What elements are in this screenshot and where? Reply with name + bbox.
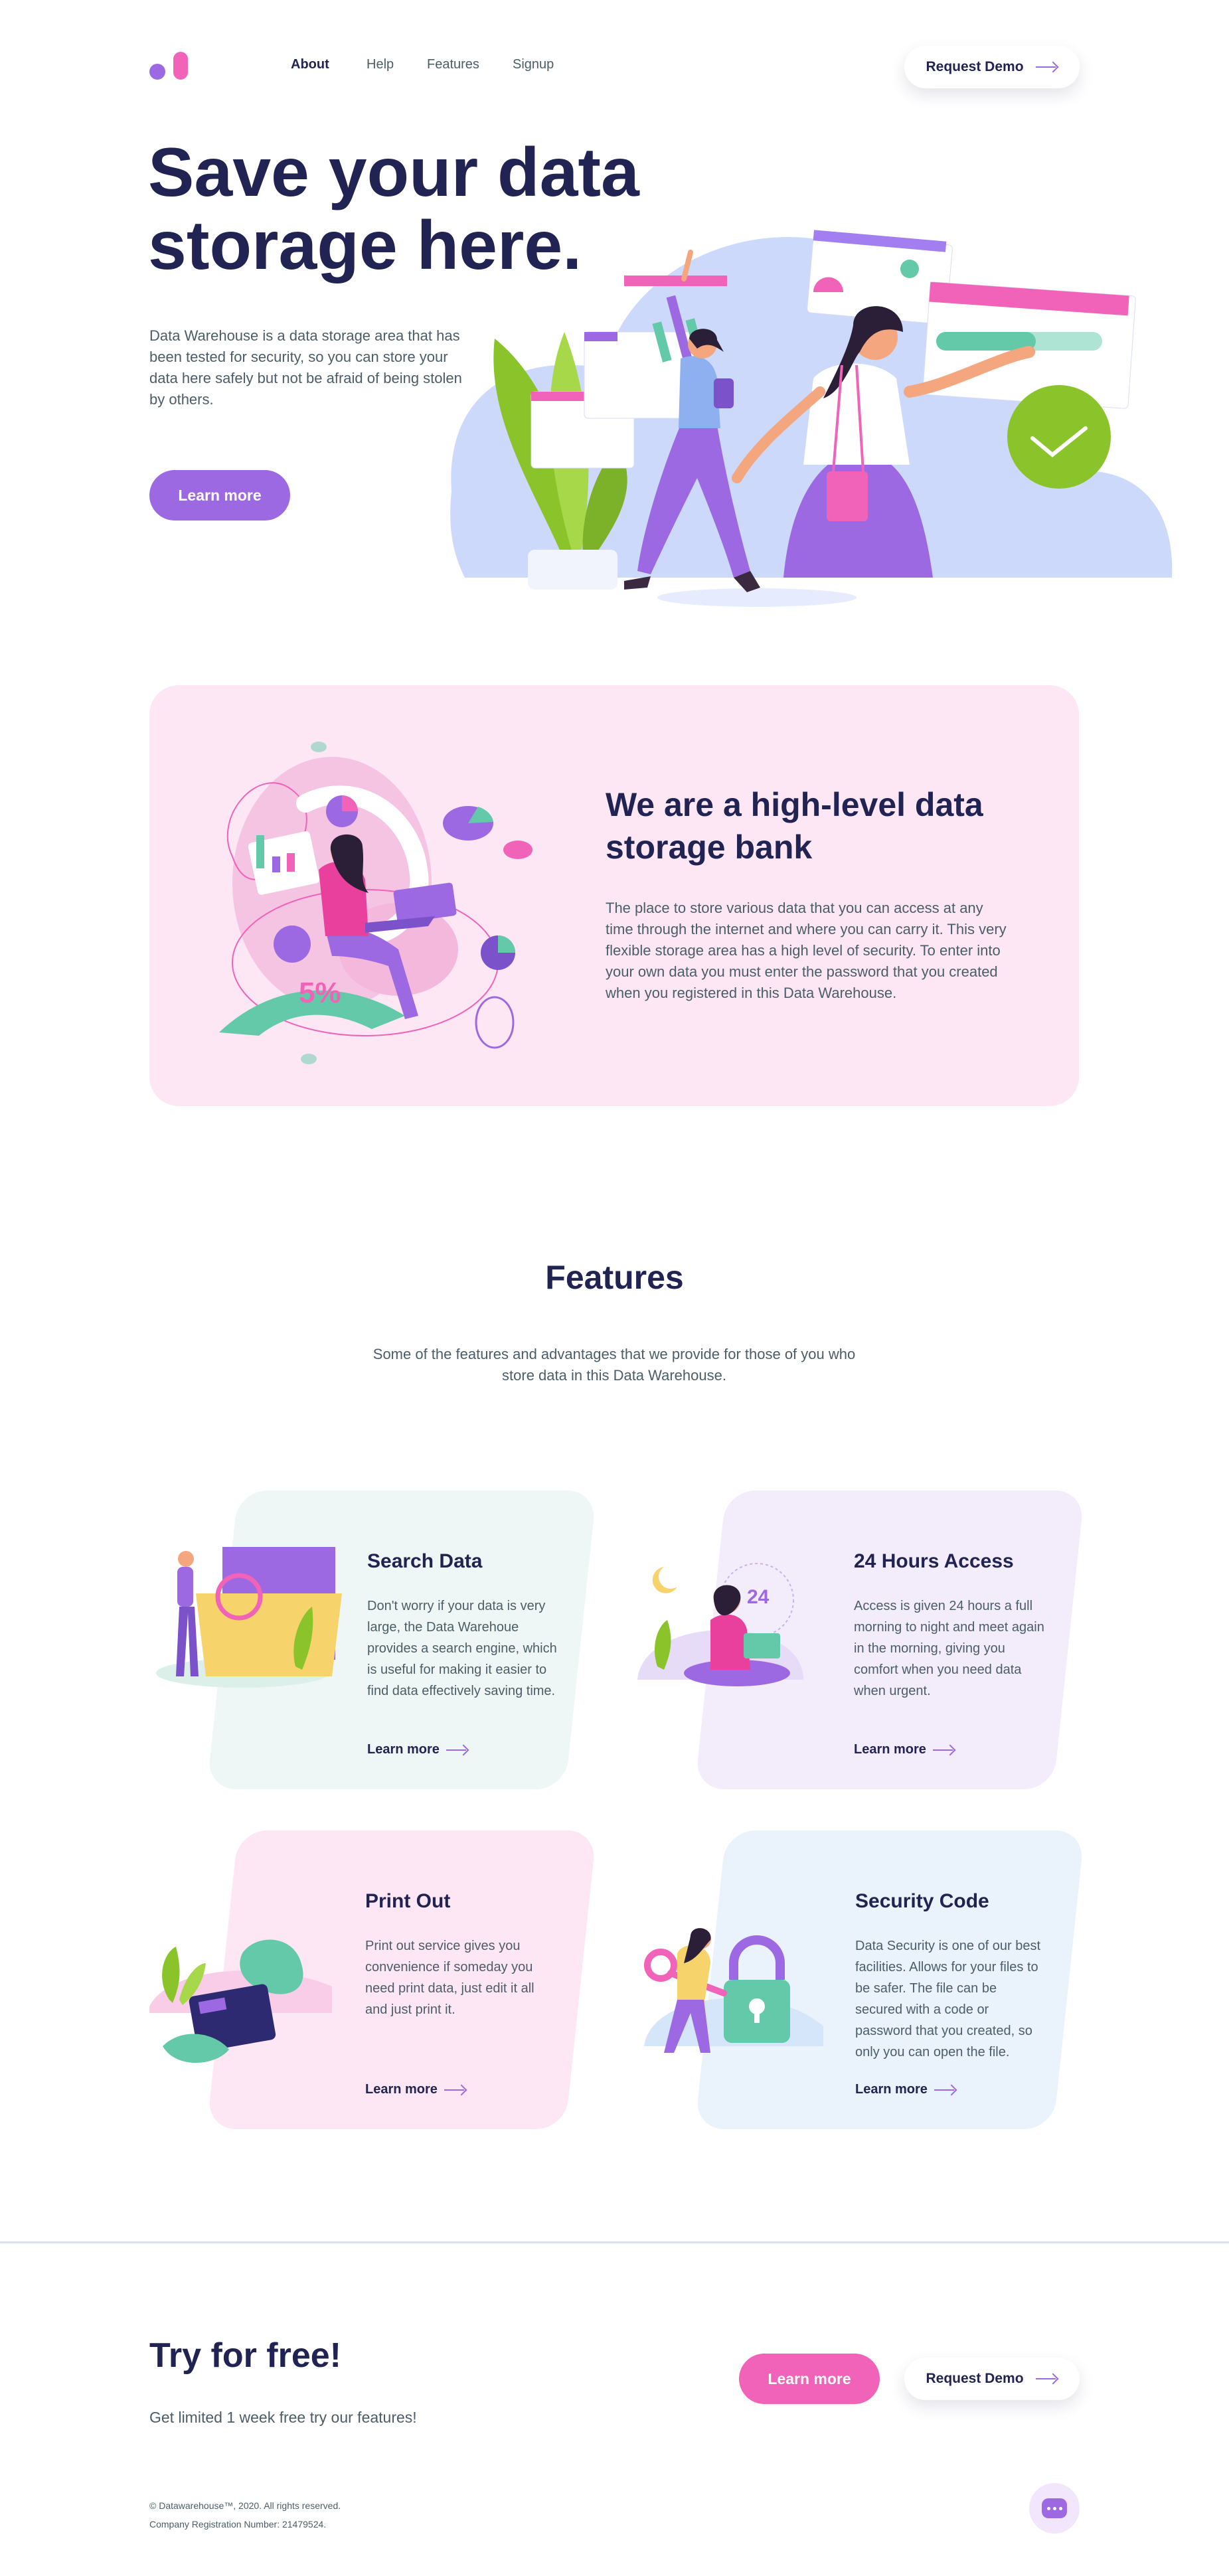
cta-title: Try for free! [149, 2336, 341, 2375]
logo[interactable] [149, 52, 192, 82]
window-card-bar [624, 276, 727, 286]
arrow-right-icon [932, 1745, 955, 1755]
pie-slice [498, 935, 515, 953]
lock-shackle [729, 1935, 785, 1980]
hero-illustration [450, 230, 1173, 607]
floor-shadow [657, 588, 857, 607]
girl-shoe [624, 576, 651, 590]
arrow-right-icon [1035, 62, 1058, 72]
bank-description: The place to store various data that you… [606, 900, 1007, 1001]
chat-button[interactable] [1029, 2483, 1080, 2534]
request-demo-label: Request Demo [926, 2371, 1024, 2386]
girl-backpack [714, 378, 734, 408]
request-demo-label: Request Demo [926, 59, 1024, 74]
check-circle [1007, 385, 1111, 489]
chart-bar [272, 856, 280, 872]
feature-learn-more-link[interactable]: Learn more [367, 1742, 469, 1757]
request-demo-button[interactable]: Request Demo [904, 46, 1080, 88]
hours-label: 24 [747, 1586, 770, 1608]
moon-icon [652, 1567, 677, 1593]
pie-chart [503, 841, 533, 859]
hero-learn-more-button[interactable]: Learn more [149, 470, 290, 521]
logo-dot [149, 64, 165, 80]
bank-ring [475, 996, 515, 1049]
feature-description: Data Security is one of our best facilit… [855, 1939, 1041, 2059]
nav-signup[interactable]: Signup [513, 57, 554, 72]
print-out-illustration [149, 1939, 332, 2063]
woman-hair [713, 1585, 741, 1616]
arrow-right-icon [1035, 2374, 1058, 2383]
learn-more-label: Learn more [365, 2082, 438, 2097]
nav-help[interactable]: Help [367, 57, 394, 72]
keyhole [754, 2010, 760, 2023]
man-body [177, 1567, 193, 1607]
registration-text: Company Registration Number: 21479524. [149, 2519, 327, 2530]
cta-subtitle: Get limited 1 week free try our features… [149, 2409, 417, 2426]
security-code-illustration [644, 1928, 823, 2053]
window-card-bar [584, 332, 617, 341]
feature-card-search-data: Search Data Don't worry if your data is … [149, 1487, 601, 1793]
handbag [827, 471, 868, 521]
bank-dot [301, 1054, 317, 1064]
feature-card-print-out: Print Out Print out service gives you co… [149, 1827, 601, 2133]
feature-title: 24 Hours Access [854, 1550, 1014, 1572]
bank-dot [311, 742, 327, 752]
nav-about[interactable]: About [291, 57, 329, 72]
feature-title: Security Code [855, 1890, 989, 1912]
feature-learn-more-link[interactable]: Learn more [855, 2082, 957, 2097]
chart-bar [287, 853, 295, 872]
features-title: Features [545, 1259, 684, 1296]
24-hours-illustration: 24 [637, 1563, 803, 1686]
plant-pot [528, 550, 617, 590]
chat-icon [1042, 2498, 1067, 2518]
cta-request-demo-button[interactable]: Request Demo [904, 2358, 1080, 2400]
learn-more-label: Learn more [367, 1742, 440, 1757]
feature-description: Don't worry if your data is very large, … [367, 1599, 557, 1698]
chart-bar [256, 835, 264, 868]
nav-features[interactable]: Features [427, 57, 479, 72]
laptop [744, 1633, 780, 1658]
search-data-illustration [156, 1547, 342, 1688]
learn-more-label: Learn more [854, 1742, 926, 1757]
feature-learn-more-link[interactable]: Learn more [365, 2082, 467, 2097]
features-subtitle: Some of the features and advantages that… [372, 1346, 856, 1384]
feature-card-24-hours: 24 24 Hours Access Access is given 24 ho… [637, 1487, 1089, 1793]
section-divider [0, 2241, 1229, 2243]
pie-chart [274, 926, 311, 963]
arrow-right-icon [934, 2085, 957, 2095]
man-head [178, 1551, 194, 1567]
hero-description: Data Warehouse is a data storage area th… [149, 327, 462, 408]
arrow-right-icon [446, 1745, 469, 1755]
card-dot [900, 260, 919, 278]
feature-description: Access is given 24 hours a full morning … [854, 1599, 1044, 1698]
feature-title: Search Data [367, 1550, 483, 1572]
feature-card-security-code: Security Code Data Security is one of ou… [637, 1827, 1089, 2133]
copyright-text: © Datawarehouse™, 2020. All rights reser… [149, 2500, 341, 2511]
feature-title: Print Out [365, 1890, 451, 1912]
arrow-right-icon [444, 2085, 467, 2095]
learn-more-label: Learn more [855, 2082, 928, 2097]
hero-title-line1: Save your data [148, 134, 639, 211]
bank-illustration: 5% [219, 742, 533, 1064]
cta-learn-more-button[interactable]: Learn more [739, 2354, 880, 2404]
bank-percent-label: 5% [299, 977, 341, 1009]
feature-description: Print out service gives you convenience … [365, 1939, 534, 2017]
footer-copyright: © Datawarehouse™, 2020. All rights reser… [149, 2496, 341, 2534]
bank-title: We are a high-level data storage bank [606, 786, 983, 866]
logo-bar [173, 52, 188, 80]
feature-learn-more-link[interactable]: Learn more [854, 1742, 955, 1757]
